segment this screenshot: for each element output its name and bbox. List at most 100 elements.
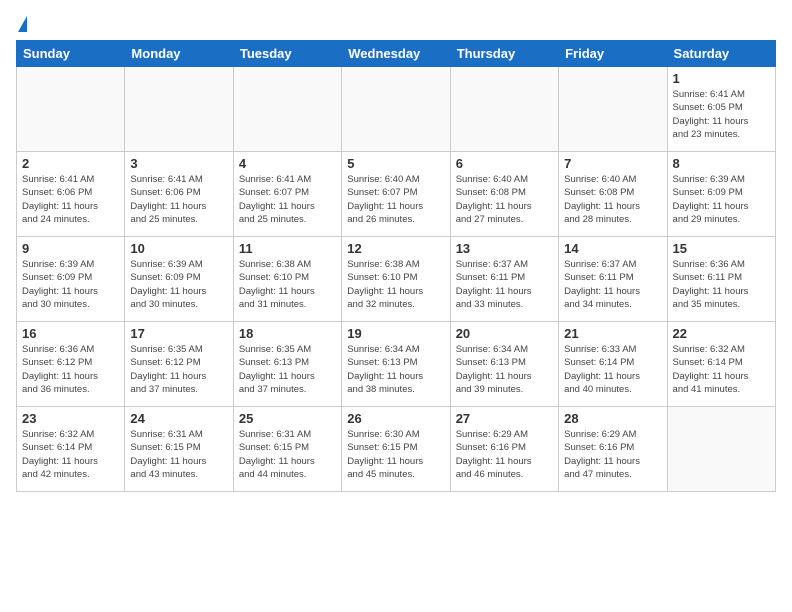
day-number: 17 bbox=[130, 326, 227, 341]
day-number: 10 bbox=[130, 241, 227, 256]
calendar-header-row: SundayMondayTuesdayWednesdayThursdayFrid… bbox=[17, 41, 776, 67]
calendar-cell bbox=[17, 67, 125, 152]
day-info: Sunrise: 6:36 AM Sunset: 6:12 PM Dayligh… bbox=[22, 343, 119, 396]
day-info: Sunrise: 6:32 AM Sunset: 6:14 PM Dayligh… bbox=[673, 343, 770, 396]
day-number: 28 bbox=[564, 411, 661, 426]
calendar-cell: 2 Sunrise: 6:41 AM Sunset: 6:06 PM Daylig… bbox=[17, 152, 125, 237]
calendar-cell: 21 Sunrise: 6:33 AM Sunset: 6:14 PM Dayli… bbox=[559, 322, 667, 407]
calendar-cell: 20 Sunrise: 6:34 AM Sunset: 6:13 PM Dayli… bbox=[450, 322, 558, 407]
calendar-cell bbox=[559, 67, 667, 152]
day-info: Sunrise: 6:36 AM Sunset: 6:11 PM Dayligh… bbox=[673, 258, 770, 311]
day-number: 20 bbox=[456, 326, 553, 341]
day-info: Sunrise: 6:32 AM Sunset: 6:14 PM Dayligh… bbox=[22, 428, 119, 481]
day-info: Sunrise: 6:34 AM Sunset: 6:13 PM Dayligh… bbox=[347, 343, 444, 396]
day-number: 1 bbox=[673, 71, 770, 86]
calendar-cell: 4 Sunrise: 6:41 AM Sunset: 6:07 PM Daylig… bbox=[233, 152, 341, 237]
calendar-cell: 23Sunrise: 6:32 AM Sunset: 6:14 PM Dayli… bbox=[17, 407, 125, 492]
calendar-cell bbox=[342, 67, 450, 152]
day-number: 4 bbox=[239, 156, 336, 171]
day-number: 3 bbox=[130, 156, 227, 171]
calendar-day-header: Wednesday bbox=[342, 41, 450, 67]
day-number: 8 bbox=[673, 156, 770, 171]
day-number: 19 bbox=[347, 326, 444, 341]
day-number: 26 bbox=[347, 411, 444, 426]
calendar-day-header: Friday bbox=[559, 41, 667, 67]
day-info: Sunrise: 6:38 AM Sunset: 6:10 PM Dayligh… bbox=[347, 258, 444, 311]
calendar-cell bbox=[125, 67, 233, 152]
calendar-cell: 28 Sunrise: 6:29 AM Sunset: 6:16 PM Dayli… bbox=[559, 407, 667, 492]
calendar-cell: 25 Sunrise: 6:31 AM Sunset: 6:15 PM Dayli… bbox=[233, 407, 341, 492]
calendar-cell: 10 Sunrise: 6:39 AM Sunset: 6:09 PM Dayli… bbox=[125, 237, 233, 322]
calendar-week-row: 16 Sunrise: 6:36 AM Sunset: 6:12 PM Dayli… bbox=[17, 322, 776, 407]
logo bbox=[16, 16, 27, 32]
day-info: Sunrise: 6:41 AM Sunset: 6:05 PM Dayligh… bbox=[673, 88, 770, 141]
day-number: 16 bbox=[22, 326, 119, 341]
day-number: 7 bbox=[564, 156, 661, 171]
calendar-day-header: Saturday bbox=[667, 41, 775, 67]
calendar-table: SundayMondayTuesdayWednesdayThursdayFrid… bbox=[16, 40, 776, 492]
logo-triangle-icon bbox=[18, 16, 27, 32]
calendar-day-header: Tuesday bbox=[233, 41, 341, 67]
day-info: Sunrise: 6:30 AM Sunset: 6:15 PM Dayligh… bbox=[347, 428, 444, 481]
calendar-cell: 1 Sunrise: 6:41 AM Sunset: 6:05 PM Daylig… bbox=[667, 67, 775, 152]
calendar-cell bbox=[450, 67, 558, 152]
calendar-cell: 5 Sunrise: 6:40 AM Sunset: 6:07 PM Daylig… bbox=[342, 152, 450, 237]
day-info: Sunrise: 6:38 AM Sunset: 6:10 PM Dayligh… bbox=[239, 258, 336, 311]
day-number: 22 bbox=[673, 326, 770, 341]
calendar-cell: 19 Sunrise: 6:34 AM Sunset: 6:13 PM Dayli… bbox=[342, 322, 450, 407]
calendar-cell: 22 Sunrise: 6:32 AM Sunset: 6:14 PM Dayli… bbox=[667, 322, 775, 407]
day-number: 5 bbox=[347, 156, 444, 171]
page-header bbox=[16, 16, 776, 32]
calendar-cell: 12 Sunrise: 6:38 AM Sunset: 6:10 PM Dayli… bbox=[342, 237, 450, 322]
calendar-cell: 13 Sunrise: 6:37 AM Sunset: 6:11 PM Dayli… bbox=[450, 237, 558, 322]
day-info: Sunrise: 6:39 AM Sunset: 6:09 PM Dayligh… bbox=[673, 173, 770, 226]
day-info: Sunrise: 6:41 AM Sunset: 6:06 PM Dayligh… bbox=[130, 173, 227, 226]
day-info: Sunrise: 6:40 AM Sunset: 6:08 PM Dayligh… bbox=[456, 173, 553, 226]
day-number: 11 bbox=[239, 241, 336, 256]
calendar-cell bbox=[667, 407, 775, 492]
calendar-week-row: 23Sunrise: 6:32 AM Sunset: 6:14 PM Dayli… bbox=[17, 407, 776, 492]
calendar-cell: 26 Sunrise: 6:30 AM Sunset: 6:15 PM Dayli… bbox=[342, 407, 450, 492]
day-info: Sunrise: 6:31 AM Sunset: 6:15 PM Dayligh… bbox=[130, 428, 227, 481]
calendar-cell: 14Sunrise: 6:37 AM Sunset: 6:11 PM Dayli… bbox=[559, 237, 667, 322]
calendar-cell: 6 Sunrise: 6:40 AM Sunset: 6:08 PM Daylig… bbox=[450, 152, 558, 237]
day-info: Sunrise: 6:34 AM Sunset: 6:13 PM Dayligh… bbox=[456, 343, 553, 396]
day-info: Sunrise: 6:29 AM Sunset: 6:16 PM Dayligh… bbox=[564, 428, 661, 481]
day-info: Sunrise: 6:35 AM Sunset: 6:13 PM Dayligh… bbox=[239, 343, 336, 396]
day-info: Sunrise: 6:39 AM Sunset: 6:09 PM Dayligh… bbox=[130, 258, 227, 311]
day-number: 18 bbox=[239, 326, 336, 341]
calendar-cell: 27Sunrise: 6:29 AM Sunset: 6:16 PM Dayli… bbox=[450, 407, 558, 492]
day-info: Sunrise: 6:35 AM Sunset: 6:12 PM Dayligh… bbox=[130, 343, 227, 396]
calendar-cell bbox=[233, 67, 341, 152]
day-info: Sunrise: 6:40 AM Sunset: 6:08 PM Dayligh… bbox=[564, 173, 661, 226]
day-info: Sunrise: 6:33 AM Sunset: 6:14 PM Dayligh… bbox=[564, 343, 661, 396]
calendar-cell: 18 Sunrise: 6:35 AM Sunset: 6:13 PM Dayli… bbox=[233, 322, 341, 407]
day-number: 24 bbox=[130, 411, 227, 426]
calendar-cell: 15 Sunrise: 6:36 AM Sunset: 6:11 PM Dayli… bbox=[667, 237, 775, 322]
day-number: 12 bbox=[347, 241, 444, 256]
calendar-cell: 24 Sunrise: 6:31 AM Sunset: 6:15 PM Dayli… bbox=[125, 407, 233, 492]
day-number: 15 bbox=[673, 241, 770, 256]
day-number: 21 bbox=[564, 326, 661, 341]
day-info: Sunrise: 6:41 AM Sunset: 6:06 PM Dayligh… bbox=[22, 173, 119, 226]
day-info: Sunrise: 6:41 AM Sunset: 6:07 PM Dayligh… bbox=[239, 173, 336, 226]
day-number: 2 bbox=[22, 156, 119, 171]
calendar-cell: 3 Sunrise: 6:41 AM Sunset: 6:06 PM Daylig… bbox=[125, 152, 233, 237]
day-info: Sunrise: 6:39 AM Sunset: 6:09 PM Dayligh… bbox=[22, 258, 119, 311]
day-info: Sunrise: 6:37 AM Sunset: 6:11 PM Dayligh… bbox=[564, 258, 661, 311]
calendar-day-header: Sunday bbox=[17, 41, 125, 67]
day-info: Sunrise: 6:37 AM Sunset: 6:11 PM Dayligh… bbox=[456, 258, 553, 311]
day-info: Sunrise: 6:40 AM Sunset: 6:07 PM Dayligh… bbox=[347, 173, 444, 226]
calendar-day-header: Monday bbox=[125, 41, 233, 67]
calendar-week-row: 9 Sunrise: 6:39 AM Sunset: 6:09 PM Daylig… bbox=[17, 237, 776, 322]
calendar-cell: 16 Sunrise: 6:36 AM Sunset: 6:12 PM Dayli… bbox=[17, 322, 125, 407]
day-number: 13 bbox=[456, 241, 553, 256]
day-info: Sunrise: 6:31 AM Sunset: 6:15 PM Dayligh… bbox=[239, 428, 336, 481]
day-number: 9 bbox=[22, 241, 119, 256]
day-number: 27 bbox=[456, 411, 553, 426]
calendar-week-row: 2 Sunrise: 6:41 AM Sunset: 6:06 PM Daylig… bbox=[17, 152, 776, 237]
calendar-cell: 7 Sunrise: 6:40 AM Sunset: 6:08 PM Daylig… bbox=[559, 152, 667, 237]
day-number: 6 bbox=[456, 156, 553, 171]
day-number: 25 bbox=[239, 411, 336, 426]
calendar-cell: 11 Sunrise: 6:38 AM Sunset: 6:10 PM Dayli… bbox=[233, 237, 341, 322]
